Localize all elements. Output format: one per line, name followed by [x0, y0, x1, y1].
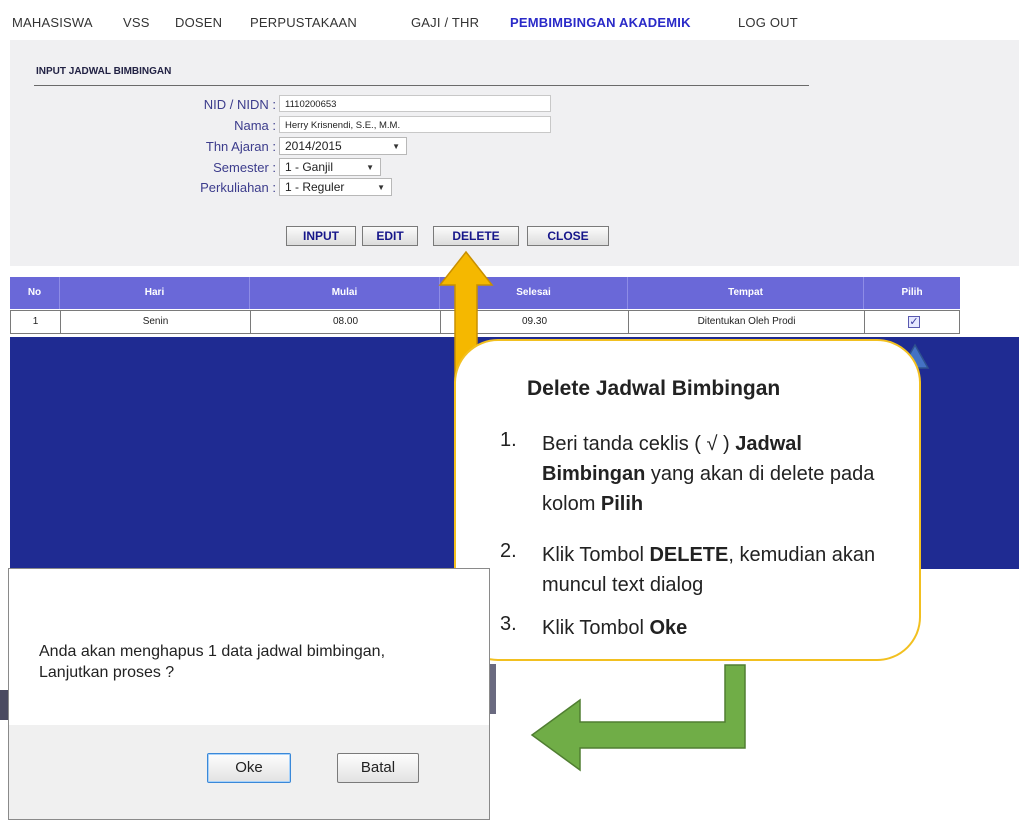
step-text: Klik Tombol Oke	[542, 617, 688, 639]
dialog-line-1: Anda akan menghapus 1 data jadwal bimbin…	[39, 643, 386, 660]
step-number: 2.	[500, 540, 517, 562]
confirm-dialog: Anda akan menghapus 1 data jadwal bimbin…	[8, 568, 490, 820]
callout-title: Delete Jadwal Bimbingan	[527, 377, 781, 400]
window-edge	[490, 664, 496, 714]
batal-button[interactable]: Batal	[337, 753, 419, 783]
green-arrow	[530, 664, 746, 772]
step-text: Klik Tombol DELETE, kemudian akan muncul…	[542, 544, 876, 596]
oke-button[interactable]: Oke	[207, 753, 291, 783]
step-number: 3.	[500, 613, 517, 635]
dialog-footer: Oke Batal	[9, 725, 489, 819]
dialog-line-2: Lanjutkan proses ?	[39, 664, 175, 681]
step-number: 1.	[500, 429, 517, 451]
dialog-message: Anda akan menghapus 1 data jadwal bimbin…	[39, 641, 385, 683]
window-edge	[0, 690, 8, 720]
step-text: Beri tanda ceklis ( √ ) Jadwal Bimbingan…	[542, 433, 875, 515]
instruction-callout: Delete Jadwal Bimbingan 1. Beri tanda ce…	[454, 339, 921, 661]
